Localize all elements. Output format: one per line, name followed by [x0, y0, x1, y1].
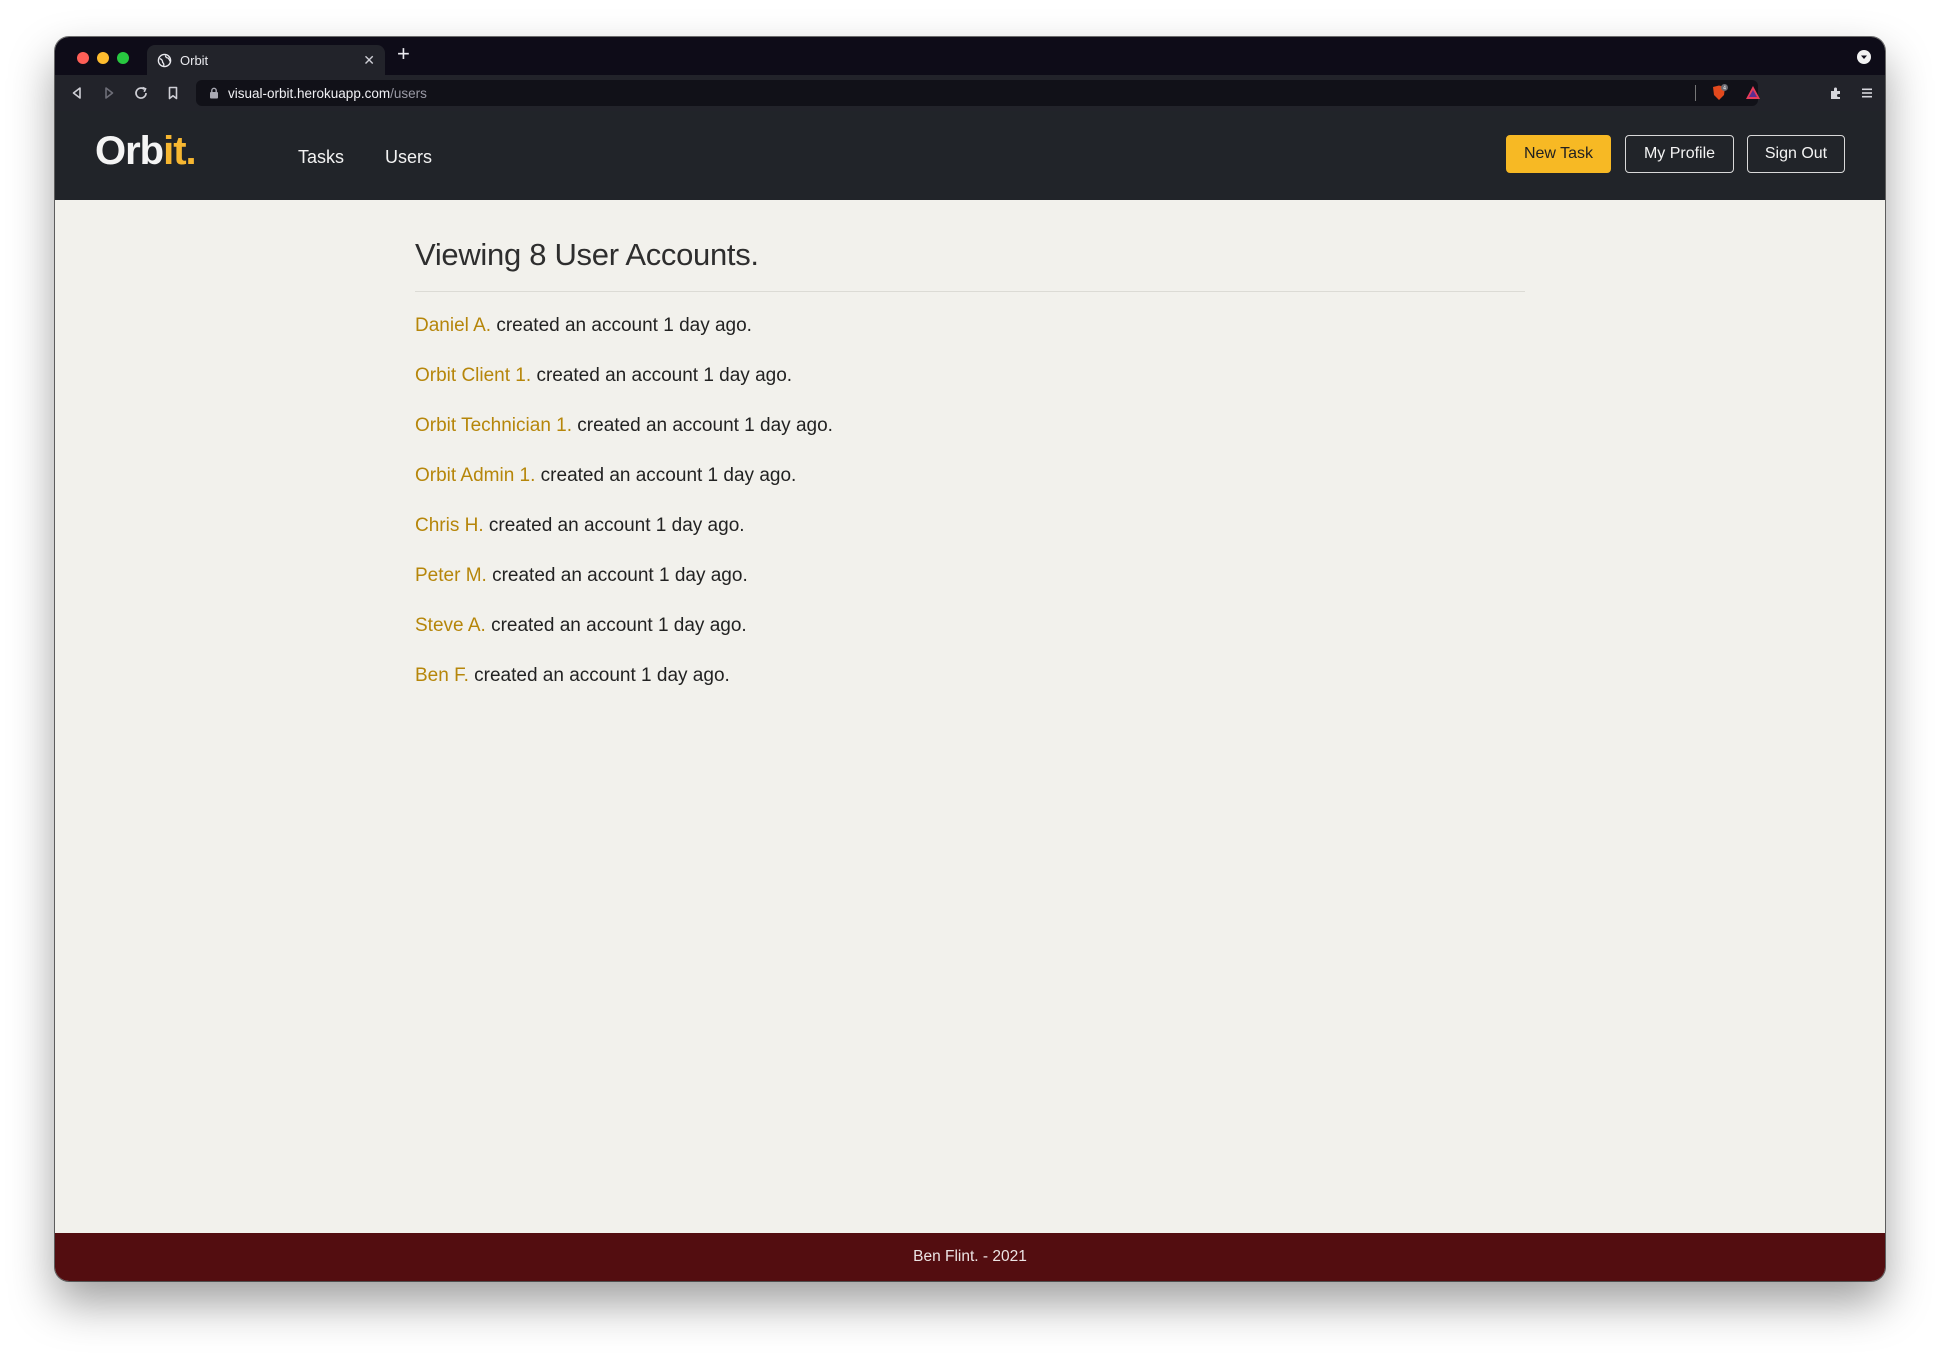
user-created-text: created an account 1 day ago. — [536, 365, 793, 386]
browser-toolbar: visual-orbit.herokuapp.com/users 4 — [55, 75, 1885, 111]
site-footer: Ben Flint. - 2021 — [55, 1233, 1885, 1281]
minimize-window-button[interactable] — [97, 52, 109, 64]
user-created-text: created an account 1 day ago. — [491, 615, 747, 636]
maximize-window-button[interactable] — [117, 52, 129, 64]
bookmark-icon[interactable] — [165, 85, 181, 101]
brand-main: Orb — [95, 129, 164, 173]
address-bar[interactable]: visual-orbit.herokuapp.com/users 4 — [196, 80, 1760, 106]
user-row: Orbit Admin 1. created an account 1 day … — [415, 464, 1525, 514]
user-row: Steve A. created an account 1 day ago. — [415, 614, 1525, 664]
close-window-button[interactable] — [77, 52, 89, 64]
nav-link-tasks[interactable]: Tasks — [298, 147, 344, 168]
user-created-text: created an account 1 day ago. — [540, 465, 797, 486]
user-row: Ben F. created an account 1 day ago. — [415, 664, 1525, 714]
my-profile-button[interactable]: My Profile — [1625, 135, 1734, 173]
user-row: Orbit Technician 1. created an account 1… — [415, 414, 1525, 464]
brand-accent: it. — [163, 129, 197, 173]
user-link[interactable]: Steve A. — [415, 615, 486, 636]
user-row: Peter M. created an account 1 day ago. — [415, 564, 1525, 614]
site-navbar: Orbit. Tasks Users New Task My Profile S… — [55, 111, 1885, 200]
tab-close-icon[interactable]: ✕ — [363, 53, 375, 67]
brand-logo[interactable]: Orbit. — [95, 129, 197, 174]
user-created-text: created an account 1 day ago. — [474, 665, 730, 686]
user-link[interactable]: Peter M. — [415, 565, 487, 586]
menu-icon[interactable] — [1859, 85, 1875, 101]
user-created-text: created an account 1 day ago. — [577, 415, 833, 436]
user-row: Chris H. created an account 1 day ago. — [415, 514, 1525, 564]
reload-icon[interactable] — [133, 85, 149, 101]
user-created-text: created an account 1 day ago. — [492, 565, 748, 586]
shield-count: 4 — [1723, 85, 1726, 91]
user-row: Orbit Client 1. created an account 1 day… — [415, 364, 1525, 414]
url-separator — [1695, 85, 1696, 101]
user-link[interactable]: Ben F. — [415, 665, 469, 686]
new-task-button[interactable]: New Task — [1506, 135, 1611, 173]
user-created-text: created an account 1 day ago. — [496, 315, 752, 336]
user-link[interactable]: Orbit Client 1. — [415, 365, 531, 386]
lock-icon — [210, 87, 218, 99]
sign-out-button[interactable]: Sign Out — [1747, 135, 1845, 173]
tab-strip: Orbit ✕ + — [55, 37, 1885, 75]
forward-icon[interactable] — [101, 85, 117, 101]
browser-window: Orbit ✕ + visual-orbit.herokuapp.com/use… — [55, 37, 1885, 1281]
new-tab-icon[interactable]: + — [397, 43, 410, 65]
user-link[interactable]: Daniel A. — [415, 315, 491, 336]
tab-menu-icon[interactable] — [1857, 50, 1871, 64]
tab-title: Orbit — [180, 52, 209, 68]
user-link[interactable]: Orbit Technician 1. — [415, 415, 572, 436]
url-path: /users — [390, 85, 427, 101]
brave-shield-icon[interactable]: 4 — [1710, 84, 1728, 102]
extensions-puzzle-icon[interactable] — [1828, 85, 1844, 101]
title-divider — [415, 291, 1525, 292]
globe-icon — [157, 53, 172, 67]
back-icon[interactable] — [69, 85, 85, 101]
footer-text: Ben Flint. - 2021 — [913, 1248, 1027, 1265]
browser-tab[interactable]: Orbit ✕ — [147, 45, 385, 75]
user-created-text: created an account 1 day ago. — [488, 515, 745, 536]
page-title: Viewing 8 User Accounts. — [415, 237, 759, 272]
user-list: Daniel A. created an account 1 day ago. … — [415, 314, 1525, 714]
user-row: Daniel A. created an account 1 day ago. — [415, 314, 1525, 364]
user-link[interactable]: Chris H. — [415, 515, 484, 536]
user-link[interactable]: Orbit Admin 1. — [415, 465, 535, 486]
url-host: visual-orbit.herokuapp.com — [228, 85, 391, 101]
nav-link-users[interactable]: Users — [385, 147, 432, 168]
main-content: Viewing 8 User Accounts. Daniel A. creat… — [415, 237, 1525, 714]
brave-rewards-icon[interactable] — [1744, 84, 1762, 102]
